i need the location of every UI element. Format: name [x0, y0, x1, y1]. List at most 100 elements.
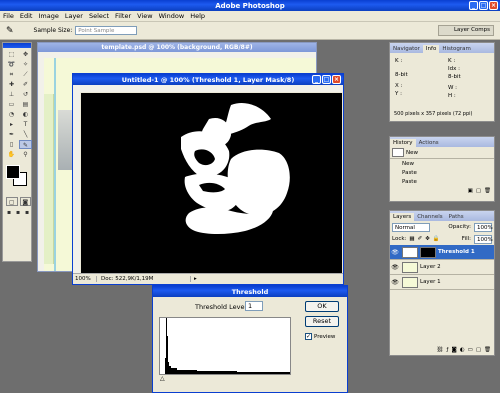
- status-arrow-icon[interactable]: ▸: [194, 276, 197, 282]
- delete-layer-icon[interactable]: 🗑: [484, 347, 491, 353]
- foreground-color-swatch[interactable]: [6, 165, 20, 179]
- visibility-eye-icon[interactable]: 👁: [390, 249, 400, 256]
- eyedropper-tool-icon[interactable]: ✎: [19, 140, 32, 149]
- lock-paint-icon[interactable]: ✐: [418, 236, 423, 242]
- menu-file[interactable]: File: [3, 12, 14, 20]
- doc-maximize-button[interactable]: □: [322, 75, 331, 84]
- tab-channels[interactable]: Channels: [414, 213, 445, 221]
- threshold-slider-handle[interactable]: △: [160, 375, 165, 382]
- tab-layers[interactable]: Layers: [390, 213, 415, 221]
- new-snapshot-icon[interactable]: ▣: [468, 188, 473, 194]
- menu-select[interactable]: Select: [89, 12, 109, 20]
- history-step-label: New: [402, 160, 414, 167]
- lock-all-icon[interactable]: 🔒: [433, 236, 440, 242]
- maximize-button[interactable]: □: [479, 1, 488, 10]
- eraser-tool-icon[interactable]: ▭: [5, 100, 18, 109]
- tab-actions[interactable]: Actions: [416, 139, 442, 147]
- lasso-tool-icon[interactable]: ➰: [5, 60, 18, 69]
- doc-close-button[interactable]: ×: [332, 75, 341, 84]
- standard-mode-icon[interactable]: ▢: [6, 197, 18, 206]
- healing-brush-icon[interactable]: ✚: [5, 80, 18, 89]
- new-group-icon[interactable]: ▭: [468, 347, 473, 353]
- screen-mode-standard-icon[interactable]: ▪: [5, 208, 13, 217]
- minimize-button[interactable]: _: [469, 1, 478, 10]
- tab-info[interactable]: Info: [422, 45, 440, 53]
- fill-input[interactable]: 100%: [474, 234, 493, 244]
- sample-size-select[interactable]: Point Sample: [75, 26, 138, 35]
- menu-filter[interactable]: Filter: [115, 12, 131, 20]
- layer-comps-tab[interactable]: Layer Comps: [438, 25, 494, 36]
- history-brush-icon[interactable]: ↺: [19, 90, 32, 99]
- sample-size-label: Sample Size:: [33, 27, 73, 34]
- menu-layer[interactable]: Layer: [65, 12, 83, 20]
- crop-tool-icon[interactable]: ⌗: [5, 70, 18, 79]
- menu-edit[interactable]: Edit: [20, 12, 33, 20]
- stamp-tool-icon[interactable]: ⊥: [5, 90, 18, 99]
- layer-style-icon[interactable]: ƒ: [447, 347, 449, 353]
- zoom-tool-icon[interactable]: ⚲: [19, 150, 32, 159]
- layer-row[interactable]: 👁 Layer 1: [390, 275, 494, 290]
- move-tool-icon[interactable]: ✥: [19, 50, 32, 59]
- new-layer-icon[interactable]: ▢: [476, 347, 481, 353]
- tab-history[interactable]: History: [390, 139, 416, 147]
- info-idx: Idx :: [448, 66, 460, 72]
- pen-tool-icon[interactable]: ✒: [5, 130, 18, 139]
- menu-window[interactable]: Window: [159, 12, 185, 20]
- tab-paths[interactable]: Paths: [446, 213, 467, 221]
- info-panel-tabs: Navigator Info Histogram: [390, 43, 494, 53]
- reset-button[interactable]: Reset: [305, 316, 339, 327]
- visibility-eye-icon[interactable]: 👁: [390, 279, 400, 286]
- document-window-untitled[interactable]: Untitled-1 @ 100% (Threshold 1, Layer Ma…: [72, 73, 344, 285]
- tab-navigator[interactable]: Navigator: [390, 45, 423, 53]
- menu-image[interactable]: Image: [38, 12, 58, 20]
- visibility-eye-icon[interactable]: 👁: [390, 264, 400, 271]
- notes-tool-icon[interactable]: ▯: [5, 140, 18, 149]
- blur-tool-icon[interactable]: ◔: [5, 110, 18, 119]
- blend-mode-select[interactable]: Normal: [392, 222, 430, 232]
- threshold-canvas[interactable]: [81, 93, 342, 273]
- magic-wand-icon[interactable]: ✧: [19, 60, 32, 69]
- slice-tool-icon[interactable]: ⟋: [19, 70, 32, 79]
- eyedropper-icon[interactable]: ✎: [6, 26, 14, 36]
- document-titlebar[interactable]: Untitled-1 @ 100% (Threshold 1, Layer Ma…: [73, 74, 343, 85]
- threshold-level-input[interactable]: 1: [245, 301, 263, 311]
- preview-checkbox[interactable]: ✓ Preview: [305, 333, 335, 340]
- screen-mode-full-menu-icon[interactable]: ▪: [14, 208, 22, 217]
- close-button[interactable]: ×: [489, 1, 498, 10]
- history-step[interactable]: Paste: [390, 177, 494, 186]
- add-mask-icon[interactable]: ◙: [451, 347, 456, 353]
- zoom-level[interactable]: 100%: [73, 275, 97, 282]
- history-step[interactable]: New: [390, 159, 494, 168]
- lock-transparency-icon[interactable]: ▦: [409, 236, 414, 242]
- document-titlebar[interactable]: template.psd @ 100% (background, RGB/8#): [38, 43, 316, 52]
- marquee-tool-icon[interactable]: ⬚: [5, 50, 18, 59]
- hand-tool-icon[interactable]: ✋: [5, 150, 18, 159]
- dodge-tool-icon[interactable]: ◐: [19, 110, 32, 119]
- adjustment-layer-icon[interactable]: ◐: [460, 347, 465, 353]
- lock-move-icon[interactable]: ✥: [425, 236, 430, 242]
- opacity-input[interactable]: 100%: [474, 222, 493, 232]
- quick-mask-icon[interactable]: ◙: [19, 197, 31, 206]
- trash-icon[interactable]: 🗑: [484, 188, 491, 194]
- tab-histogram[interactable]: Histogram: [439, 45, 474, 53]
- link-layers-icon[interactable]: ⛓: [437, 347, 444, 353]
- shape-tool-icon[interactable]: ╲: [19, 130, 32, 139]
- gradient-tool-icon[interactable]: ▤: [19, 100, 32, 109]
- layer-name: Threshold 1: [438, 249, 475, 255]
- ok-button[interactable]: OK: [305, 301, 339, 312]
- screen-mode-full-icon[interactable]: ▪: [23, 208, 31, 217]
- preview-check-icon[interactable]: ✓: [305, 333, 312, 340]
- path-select-icon[interactable]: ▸: [5, 120, 18, 129]
- new-document-icon[interactable]: ▢: [476, 188, 481, 194]
- doc-size-info[interactable]: Doc: 522,9K/1,19M: [101, 275, 191, 282]
- history-snapshot[interactable]: New: [390, 147, 494, 159]
- threshold-titlebar[interactable]: Threshold: [153, 286, 347, 297]
- menu-help[interactable]: Help: [190, 12, 205, 20]
- menu-view[interactable]: View: [137, 12, 152, 20]
- history-step[interactable]: Paste: [390, 168, 494, 177]
- layer-row-selected[interactable]: 👁 Threshold 1: [390, 245, 494, 260]
- doc-minimize-button[interactable]: _: [312, 75, 321, 84]
- brush-tool-icon[interactable]: ✐: [19, 80, 32, 89]
- layer-row[interactable]: 👁 Layer 2: [390, 260, 494, 275]
- type-tool-icon[interactable]: T: [19, 120, 32, 129]
